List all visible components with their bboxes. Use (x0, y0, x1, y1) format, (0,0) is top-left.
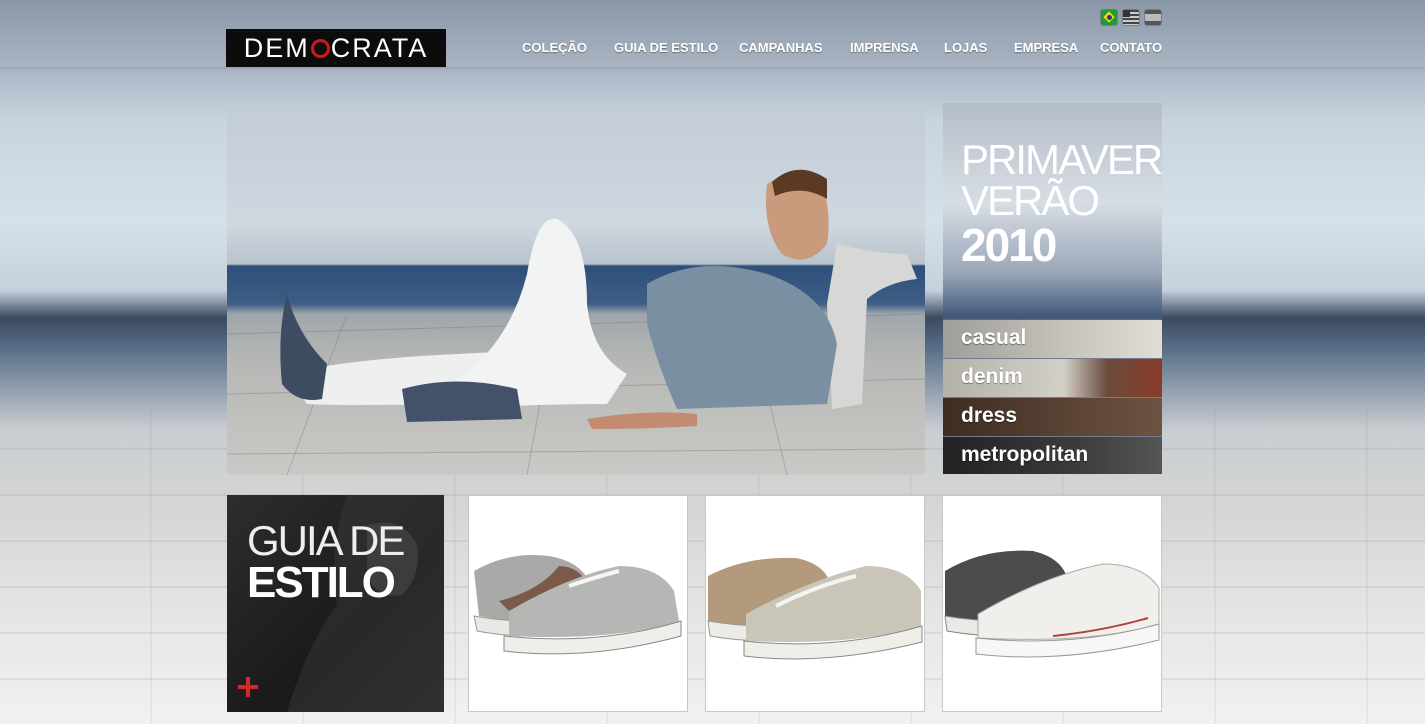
season-title: PRIMAVERA VERÃO 2010 (961, 136, 1162, 272)
category-metropolitan[interactable]: metropolitan (943, 437, 1162, 474)
sneaker-white-image (944, 550, 1160, 658)
spain-flag-icon[interactable] (1145, 10, 1161, 25)
nav-guia-de-estilo[interactable]: GUIA DE ESTILO (614, 40, 718, 55)
season-panel[interactable]: PRIMAVERA VERÃO 2010 casual denim dress … (943, 103, 1162, 474)
style-guide-title-line2: ESTILO (247, 558, 396, 607)
product-thumb-1[interactable] (468, 495, 688, 712)
hero-campaign-image[interactable] (227, 104, 925, 475)
category-casual[interactable]: casual (943, 320, 1162, 358)
product-thumb-3[interactable] (942, 495, 1162, 712)
nav-lojas[interactable]: LOJAS (944, 40, 987, 55)
language-selector (1101, 10, 1161, 25)
nav-contato[interactable]: CONTATO (1100, 40, 1162, 55)
product-thumb-2[interactable] (705, 495, 925, 712)
category-denim[interactable]: denim (943, 359, 1162, 397)
sneaker-grey-image (473, 555, 682, 655)
nav-imprensa[interactable]: IMPRENSA (850, 40, 919, 55)
nav-campanhas[interactable]: CAMPANHAS (739, 40, 823, 55)
main-nav: COLEÇÃO GUIA DE ESTILO CAMPANHAS IMPRENS… (0, 40, 1425, 60)
style-guide-tile[interactable]: GUIA DE ESTILO (227, 495, 444, 712)
category-dress[interactable]: dress (943, 398, 1162, 436)
season-year: 2010 (961, 219, 1057, 272)
nav-colecao[interactable]: COLEÇÃO (522, 40, 587, 55)
plus-icon[interactable] (238, 677, 258, 697)
hero-model-illustration (227, 169, 925, 475)
brazil-flag-icon[interactable] (1101, 10, 1117, 25)
usa-flag-icon[interactable] (1123, 10, 1139, 25)
season-line-verao: VERÃO (961, 177, 1100, 225)
season-line-primavera: PRIMAVERA (961, 136, 1162, 183)
nav-empresa[interactable]: EMPRESA (1014, 40, 1078, 55)
sneaker-beige-image (707, 557, 923, 660)
